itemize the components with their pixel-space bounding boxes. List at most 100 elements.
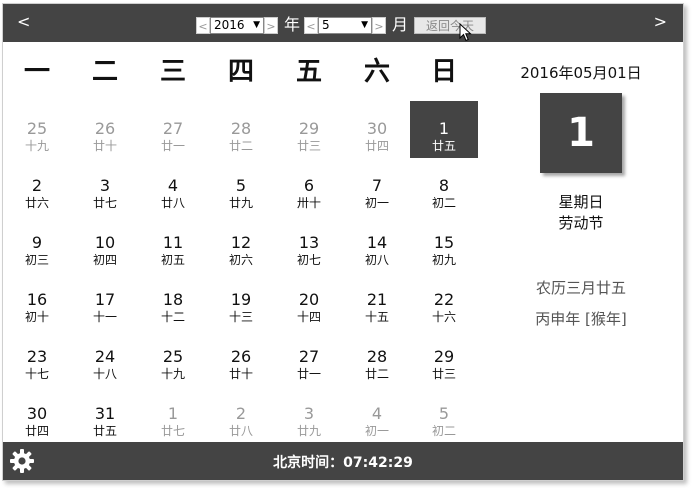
day-cell[interactable]: 26 廿十 <box>71 101 139 158</box>
month-next-button[interactable]: > <box>372 16 387 34</box>
lunar-day: 廿九 <box>228 196 253 210</box>
lunar-day: 初六 <box>228 253 253 267</box>
date-selector: < 2016 ▼ > 年 < 5 ▼ > 月 返回今天 <box>196 15 487 35</box>
selected-day-badge: 1 <box>540 93 622 173</box>
day-cell[interactable]: 2 廿六 <box>3 158 71 215</box>
lunar-day: 十六 <box>431 310 456 324</box>
bottom-bar: 北京时间：07:42:29 <box>3 442 683 480</box>
day-cell[interactable]: 5 廿九 <box>207 158 275 215</box>
day-cell[interactable]: 26 廿十 <box>207 329 275 386</box>
selected-weekday: 星期日 <box>558 193 604 211</box>
day-cell[interactable]: 7 初一 <box>343 158 411 215</box>
lunar-day: 十七 <box>24 367 49 381</box>
weekday-label: 二 <box>91 57 118 87</box>
day-cell[interactable]: 30 廿四 <box>343 101 411 158</box>
ganzhi-year: 丙申年 [猴年] <box>535 310 627 328</box>
month-unit-label: 月 <box>392 15 409 34</box>
day-number: 20 <box>298 290 320 309</box>
day-cell[interactable]: 31 廿五 <box>71 386 139 438</box>
day-cell[interactable]: 28 廿二 <box>207 101 275 158</box>
day-number: 24 <box>94 347 116 366</box>
lunar-day: 廿五 <box>92 424 117 438</box>
day-number: 29 <box>433 347 455 366</box>
day-cell[interactable]: 23 十七 <box>3 329 71 386</box>
day-cell-selected[interactable]: 1 廿五 <box>410 101 478 158</box>
month-select[interactable]: 5 ▼ <box>318 16 373 34</box>
day-cell[interactable]: 25 十九 <box>3 101 71 158</box>
day-cell[interactable]: 27 廿一 <box>139 101 207 158</box>
day-number: 25 <box>26 119 48 138</box>
day-cell[interactable]: 11 初五 <box>139 215 207 272</box>
day-number: 13 <box>298 233 320 252</box>
lunar-day: 廿二 <box>228 139 253 153</box>
lunar-day: 初三 <box>24 253 49 267</box>
lunar-day: 卅十 <box>296 196 321 210</box>
day-cell[interactable]: 19 十三 <box>207 272 275 329</box>
lunar-day: 廿三 <box>296 139 321 153</box>
lunar-day: 十八 <box>92 367 117 381</box>
day-cell[interactable]: 27 廿一 <box>275 329 343 386</box>
lunar-day: 廿一 <box>160 139 185 153</box>
day-cell[interactable]: 29 廿三 <box>410 329 478 386</box>
weekday-label: 五 <box>295 57 322 87</box>
lunar-date: 农历三月廿五 <box>535 279 626 297</box>
day-cell[interactable]: 2 廿八 <box>207 386 275 438</box>
chevron-down-icon: ▼ <box>361 19 369 30</box>
lunar-day: 廿二 <box>364 367 389 381</box>
day-cell[interactable]: 15 初九 <box>410 215 478 272</box>
day-cell[interactable]: 17 十一 <box>71 272 139 329</box>
day-number: 6 <box>303 176 315 195</box>
day-cell[interactable]: 12 初六 <box>207 215 275 272</box>
lunar-day: 十五 <box>364 310 389 324</box>
day-cell[interactable]: 30 廿四 <box>3 386 71 438</box>
day-number: 18 <box>162 290 184 309</box>
day-cell[interactable]: 4 初一 <box>343 386 411 438</box>
lunar-day: 十九 <box>24 139 49 153</box>
weekday-header: 一二三四五六日 <box>3 54 479 90</box>
day-cell[interactable]: 18 十二 <box>139 272 207 329</box>
day-cell[interactable]: 5 初二 <box>410 386 478 438</box>
year-prev-button[interactable]: < <box>196 16 210 34</box>
year-select[interactable]: 2016 ▼ <box>210 16 264 34</box>
lunar-day: 初八 <box>364 253 389 267</box>
day-cell[interactable]: 9 初三 <box>3 215 71 272</box>
day-number: 12 <box>230 233 252 252</box>
day-cell[interactable]: 13 初七 <box>275 215 343 272</box>
day-cell[interactable]: 22 十六 <box>410 272 478 329</box>
next-month-button[interactable]: > <box>654 13 667 31</box>
lunar-day: 廿一 <box>296 367 321 381</box>
day-number: 28 <box>366 347 388 366</box>
year-next-button[interactable]: > <box>264 16 278 34</box>
day-cell[interactable]: 3 廿七 <box>71 158 139 215</box>
prev-month-button[interactable]: < <box>17 13 30 31</box>
lunar-day: 廿八 <box>228 424 253 438</box>
day-number: 26 <box>94 119 116 138</box>
selected-full-date: 2016年05月01日 <box>520 64 642 82</box>
day-cell[interactable]: 29 廿三 <box>275 101 343 158</box>
day-cell[interactable]: 6 卅十 <box>275 158 343 215</box>
lunar-day: 廿五 <box>431 139 456 153</box>
day-number: 1 <box>438 119 450 138</box>
day-cell[interactable]: 1 廿七 <box>139 386 207 438</box>
day-cell[interactable]: 14 初八 <box>343 215 411 272</box>
selected-festival: 劳动节 <box>558 214 604 232</box>
day-cell[interactable]: 16 初十 <box>3 272 71 329</box>
month-prev-button[interactable]: < <box>304 16 319 34</box>
lunar-day: 廿七 <box>160 424 185 438</box>
day-cell[interactable]: 21 十五 <box>343 272 411 329</box>
day-number: 27 <box>162 119 184 138</box>
year-unit-label: 年 <box>284 15 301 34</box>
day-cell[interactable]: 28 廿二 <box>343 329 411 386</box>
day-cell[interactable]: 4 廿八 <box>139 158 207 215</box>
day-cell[interactable]: 10 初四 <box>71 215 139 272</box>
day-cell[interactable]: 20 十四 <box>275 272 343 329</box>
back-to-today-button[interactable]: 返回今天 <box>414 16 487 34</box>
day-number: 2 <box>235 404 247 423</box>
weekday-label: 六 <box>363 57 390 87</box>
day-cell[interactable]: 3 廿九 <box>275 386 343 438</box>
weekday-label: 三 <box>159 57 186 87</box>
day-number: 23 <box>26 347 48 366</box>
day-cell[interactable]: 24 十八 <box>71 329 139 386</box>
day-cell[interactable]: 25 十九 <box>139 329 207 386</box>
day-cell[interactable]: 8 初二 <box>410 158 478 215</box>
